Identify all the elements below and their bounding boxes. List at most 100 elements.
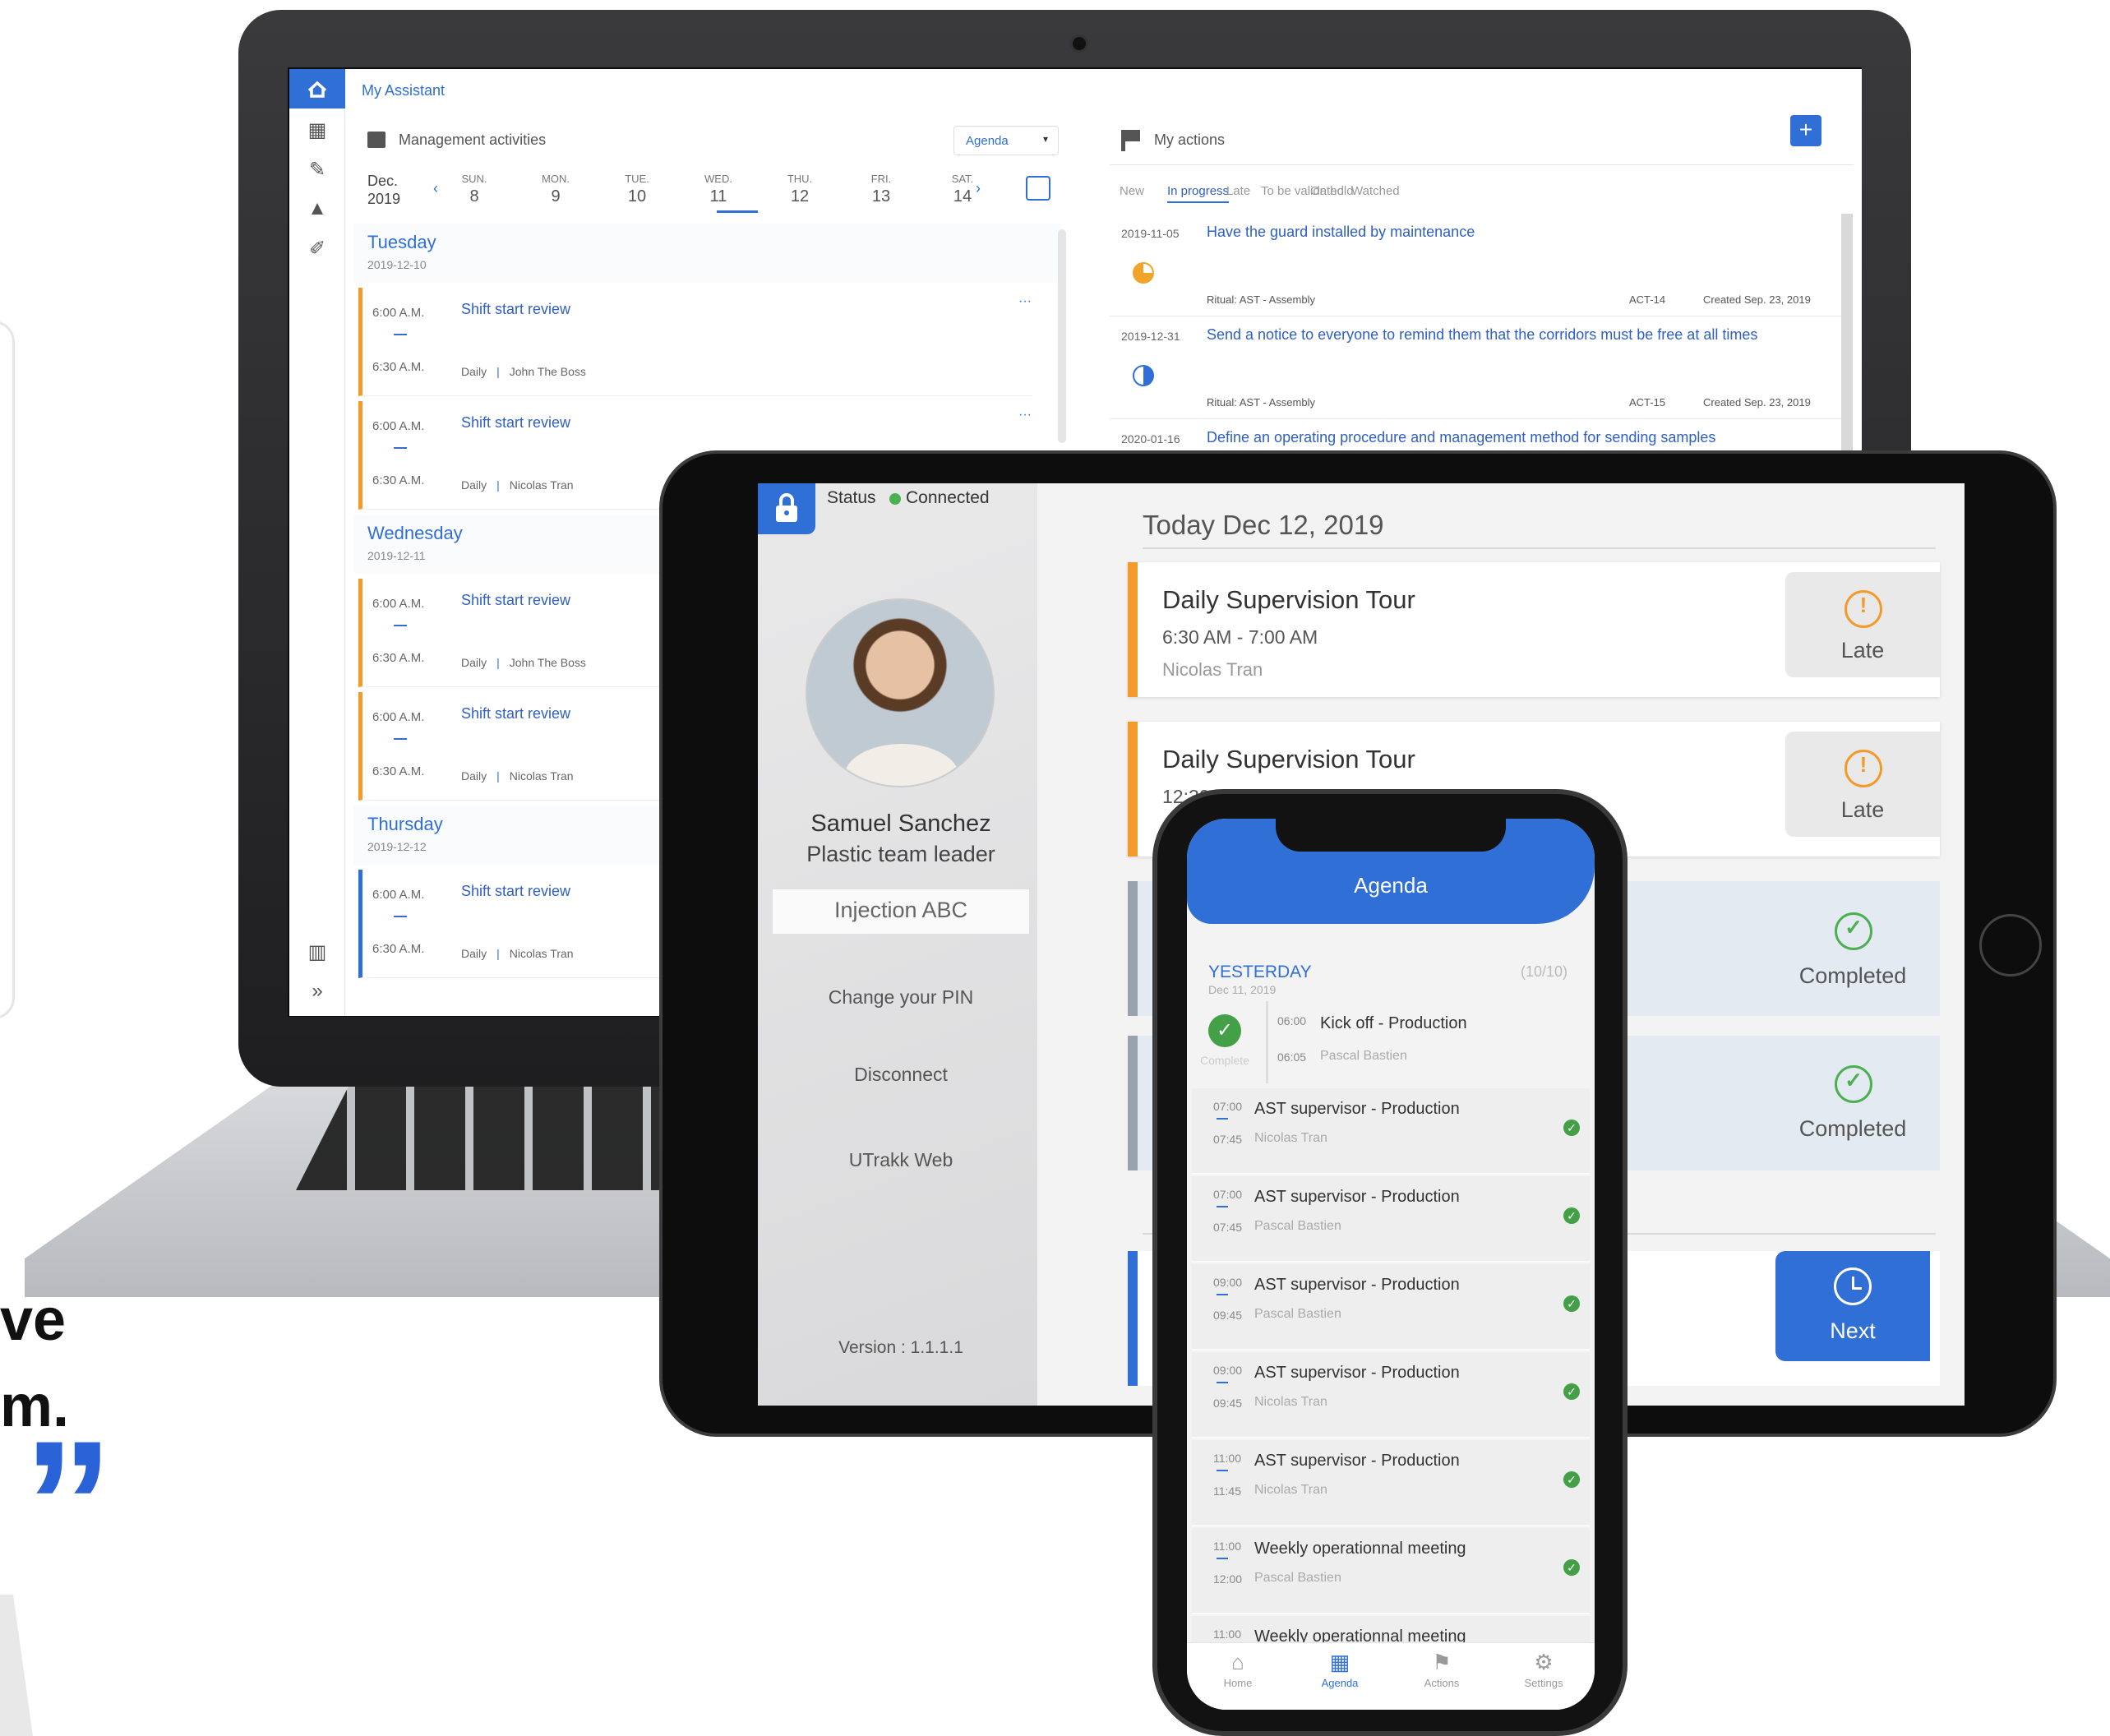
action-tab[interactable]: On hold [1310,184,1354,198]
action-tab[interactable]: Watched [1351,184,1400,198]
activity-title[interactable]: Shift start review [461,883,570,900]
task-owner: Nicolas Tran [1162,659,1263,680]
year-label: 2019 [367,191,401,207]
first-agenda-item[interactable]: ✓ Complete 06:00 06:05 Kick off - Produc… [1195,1001,1590,1083]
wrench-icon[interactable]: ✎ [304,158,330,184]
time-dash [394,334,407,335]
agenda-list: 07:00 07:45 AST supervisor - Production Nic… [1187,1088,1595,1642]
person: Nicolas Tran [509,769,574,783]
start-time: 06:00 [1277,1014,1307,1027]
status-value: Connected [906,488,990,507]
action-title[interactable]: Send a notice to everyone to remind them… [1207,326,1831,344]
action-row[interactable]: 2019-11-05 Have the guard installed by ma… [1110,214,1841,316]
item-title: AST supervisor - Production [1254,1100,1460,1118]
task-card[interactable]: Daily Supervision Tour 6:30 AM - 7:00 AM… [1128,562,1940,697]
add-action-button[interactable]: + [1790,115,1821,146]
divider [1143,547,1936,549]
expand-chevron-icon[interactable]: » [304,980,330,1006]
activity-title[interactable]: Shift start review [461,705,570,723]
nav-agenda[interactable]: ▦ Agenda [1289,1643,1391,1710]
quote-mark-icon: ” [23,1403,113,1605]
action-row[interactable]: 2019-12-31 Send a notice to everyone to r… [1110,316,1841,419]
view-select[interactable]: Agenda ▾ [953,126,1059,155]
chart-icon[interactable]: ▥ [304,940,330,967]
check-icon: ✓ [1563,1559,1580,1576]
day-name[interactable]: TUE. [616,173,658,185]
day-name[interactable]: MON. [535,173,576,185]
activity-card[interactable]: 6:00 A.M. 6:30 A.M. Shift start review Dail… [358,288,1032,396]
home-icon[interactable] [289,69,345,108]
graduation-cap-icon[interactable]: ▲ [304,197,330,224]
chevron-down-icon: ▾ [1042,133,1048,145]
next-week-chevron-icon[interactable]: › [976,180,981,197]
action-tab[interactable]: New [1120,184,1144,198]
prev-week-chevron-icon[interactable]: ‹ [433,180,438,197]
action-ritual: Ritual: AST - Assembly [1207,293,1315,306]
person: Nicolas Tran [509,478,574,492]
disconnect-link[interactable]: Disconnect [758,1064,1044,1086]
action-title[interactable]: Have the guard installed by maintenance [1207,224,1831,241]
agenda-scrollbar[interactable] [1058,229,1066,443]
lock-icon[interactable] [758,483,815,534]
team-name: Injection ABC [773,889,1029,934]
separator: | [496,365,500,378]
frequency: Daily [461,947,487,960]
time-dash [394,625,407,626]
item-title: AST supervisor - Production [1254,1276,1460,1294]
laptop-keyboard [296,1083,682,1190]
calendar-picker-icon[interactable] [1026,176,1050,201]
day-name[interactable]: SUN. [454,173,495,185]
end-time: 11:45 [1213,1484,1241,1498]
agenda-item[interactable]: 11:00 11:45 AST supervisor - Production Nic… [1192,1440,1590,1526]
nav-label: Agenda [1321,1677,1359,1689]
separator: | [496,478,500,492]
day-number[interactable]: 8 [454,187,495,206]
agenda-item[interactable]: 09:00 09:45 AST supervisor - Production Pas… [1192,1264,1590,1350]
calendar-icon[interactable]: ▦ [304,118,330,145]
divider [1110,164,1854,165]
nav-actions[interactable]: ⚑ Actions [1391,1643,1493,1710]
card-accent [1128,1036,1138,1170]
next-button[interactable]: Next [1775,1251,1930,1361]
frequency: Daily [461,656,487,669]
day-number[interactable]: 11 [698,187,739,206]
card-accent [1128,1251,1138,1386]
separator: | [496,769,500,783]
day-name[interactable]: FRI. [861,173,902,185]
nav-settings[interactable]: ⚙ Settings [1493,1643,1595,1710]
end-time: 6:30 A.M. [372,473,425,487]
day-number[interactable]: 13 [861,187,902,206]
today-title: Today Dec 12, 2019 [1143,510,1384,540]
activity-title[interactable]: Shift start review [461,414,570,432]
action-date: 2019-11-05 [1121,227,1180,240]
nav-home[interactable]: ⌂ Home [1187,1643,1289,1710]
activity-title[interactable]: Shift start review [461,301,570,318]
end-time: 6:30 A.M. [372,764,425,778]
view-select-value: Agenda [966,134,1009,148]
item-title: AST supervisor - Production [1254,1452,1460,1470]
agenda-item[interactable]: 11:00 Weekly operationnal meeting [1192,1616,1590,1642]
day-number[interactable]: 12 [779,187,820,206]
status-label: Next [1830,1318,1876,1343]
agenda-item[interactable]: 07:00 07:45 AST supervisor - Production Nic… [1192,1088,1590,1175]
more-icon[interactable]: ··· [1018,294,1032,309]
day-name[interactable]: THU. [779,173,820,185]
agenda-item[interactable]: 09:00 09:45 AST supervisor - Production Nic… [1192,1352,1590,1438]
phone-title: Agenda [1354,873,1428,898]
activity-title[interactable]: Shift start review [461,592,570,609]
action-tab[interactable]: Late [1226,184,1250,198]
action-tab[interactable]: In progress [1167,184,1230,203]
end-time: 6:30 A.M. [372,360,425,374]
day-number[interactable]: 9 [535,187,576,206]
agenda-item[interactable]: 11:00 12:00 Weekly operationnal meeting Pas… [1192,1528,1590,1614]
change-pin-link[interactable]: Change your PIN [758,986,1044,1009]
more-icon[interactable]: ··· [1018,408,1032,422]
start-time: 11:00 [1213,1628,1241,1641]
day-name[interactable]: WED. [698,173,739,185]
edit-icon[interactable]: ✐ [304,237,330,263]
agenda-item[interactable]: 07:00 07:45 AST supervisor - Production Pas… [1192,1176,1590,1263]
utrakk-web-link[interactable]: UTrakk Web [758,1149,1044,1171]
completed-status: ✓ Completed [1775,1036,1930,1170]
action-title[interactable]: Define an operating procedure and manage… [1207,429,1831,446]
day-number[interactable]: 10 [616,187,658,206]
